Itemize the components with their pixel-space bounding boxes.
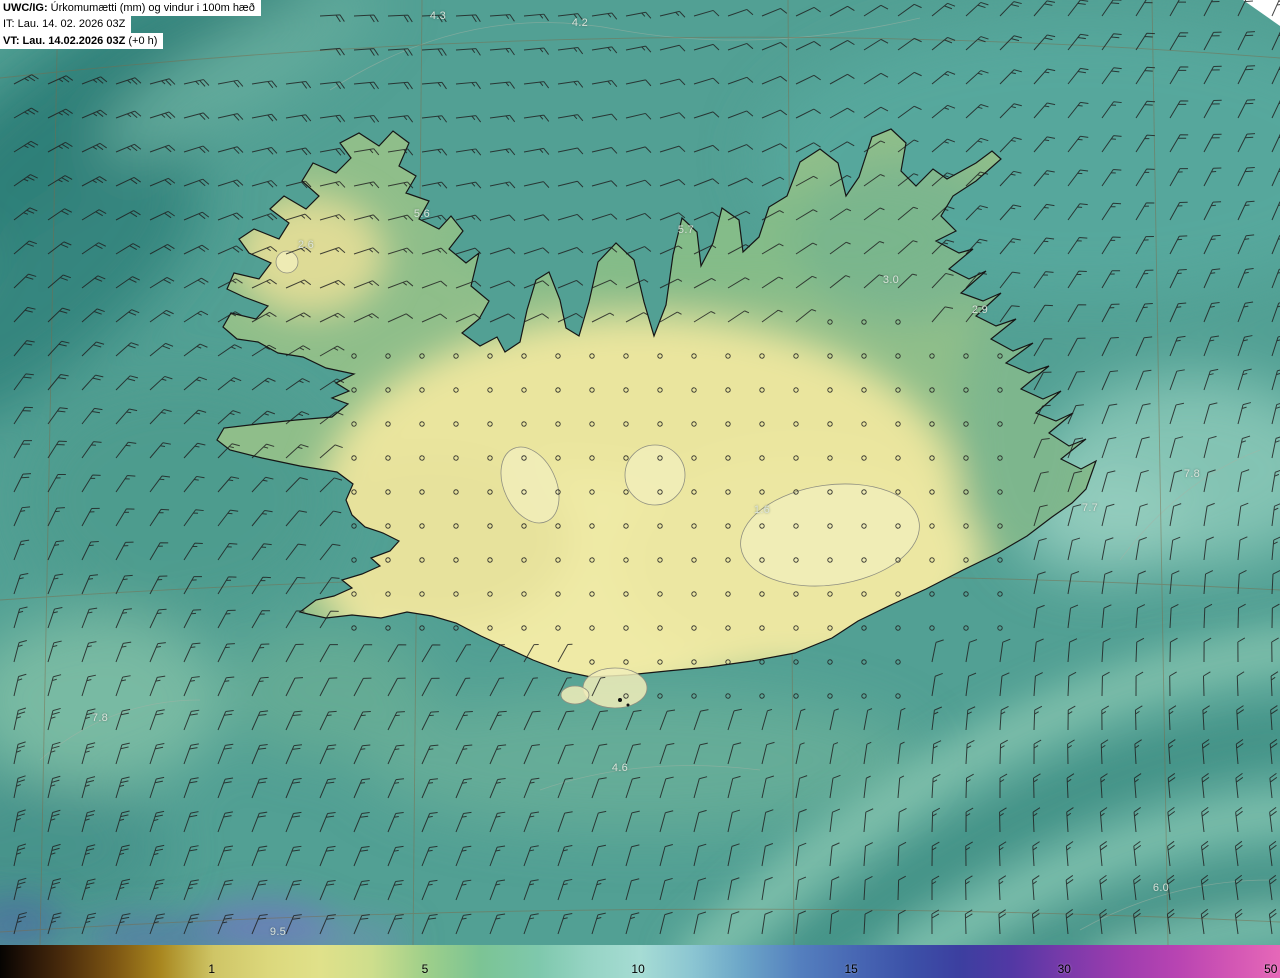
colorbar-tick: 5 (421, 962, 429, 976)
colorbar-tick: 10 (631, 962, 645, 976)
weather-map-canvas (0, 0, 1280, 945)
valid-time-offset: (+0 h) (125, 34, 158, 47)
valid-time-line: VT: Lau. 14.02.2026 03Z (+0 h) (0, 32, 164, 49)
colorbar-tick: 50 (1264, 962, 1278, 976)
colorbar-tick: 15 (844, 962, 858, 976)
colorbar-tick: 30 (1057, 962, 1071, 976)
colorbar-tick: 1 (208, 962, 216, 976)
title-line: UWC/IG: Úrkomumætti (mm) og vindur i 100… (0, 0, 261, 17)
weather-map-stage: 4.3 4.2 5.6 2.6 5.7 3.0 2.9 7.8 7.7 1.6 7.8 4.6 6.0 9… (0, 0, 1280, 978)
valid-time: VT: Lau. 14.02.2026 03Z (3, 34, 126, 47)
init-time: IT: Lau. 14. 02. 2026 03Z (0, 16, 132, 33)
map-title-box: UWC/IG: Úrkomumætti (mm) og vindur i 100… (0, 0, 261, 49)
model-label: UWC/IG: (3, 2, 48, 14)
colorbar: 1 5 10 15 30 50 (0, 945, 1280, 978)
map-title: Úrkomumætti (mm) og vindur i 100m hæð (47, 2, 255, 14)
colorbar-ticks: 1 5 10 15 30 50 (0, 945, 1280, 978)
